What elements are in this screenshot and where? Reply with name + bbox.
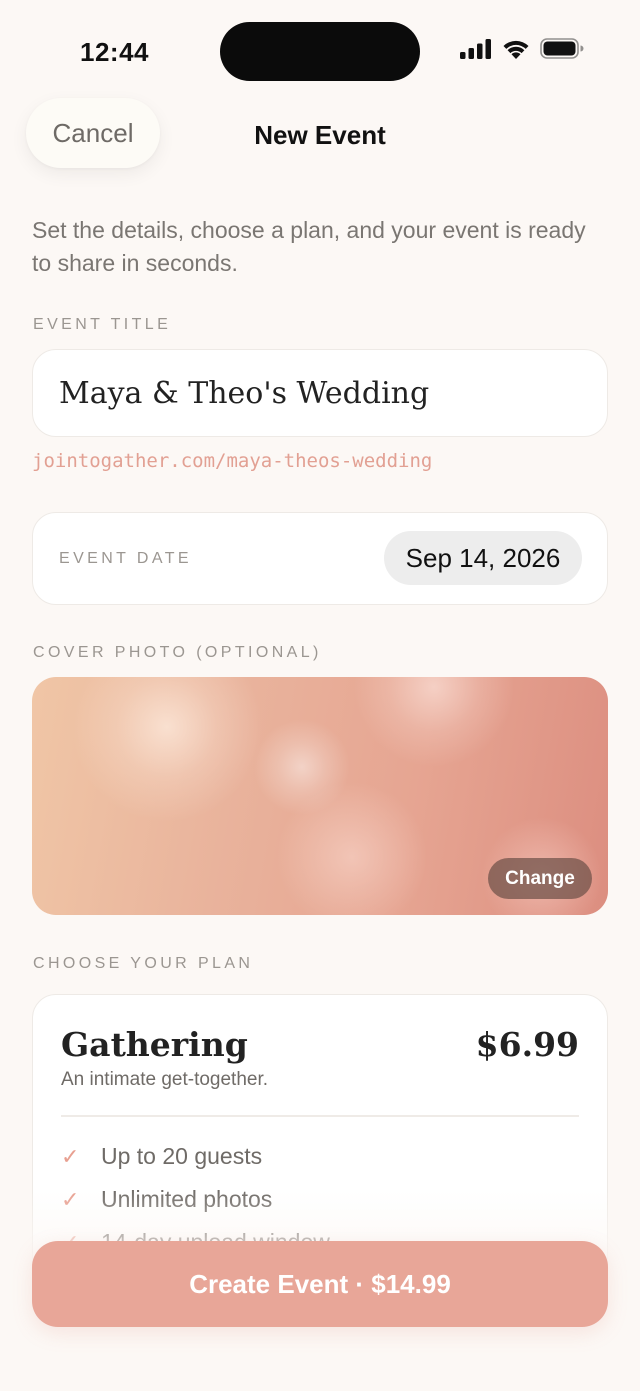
status-icons — [460, 38, 584, 59]
plan-description: An intimate get-together. — [61, 1069, 269, 1090]
list-item: ✓ Up to 20 guests — [61, 1135, 330, 1178]
list-item: ✓ Unlimited photos — [61, 1178, 330, 1221]
event-title-input[interactable]: Maya & Theo's Wedding — [32, 349, 608, 437]
feature-text: Up to 20 guests — [101, 1143, 263, 1169]
status-bar: 12:44 — [0, 0, 640, 100]
check-icon: ✓ — [61, 1143, 80, 1169]
dynamic-island — [220, 22, 420, 81]
plan-price: $6.99 — [475, 1025, 579, 1064]
battery-icon — [540, 38, 584, 59]
create-event-button[interactable]: Create Event · $14.99 — [32, 1241, 608, 1327]
plan-divider — [61, 1115, 579, 1117]
check-icon: ✓ — [61, 1186, 80, 1212]
event-date-picker[interactable]: Sep 14, 2026 — [384, 531, 582, 585]
intro-text: Set the details, choose a plan, and your… — [32, 217, 586, 276]
plan-name: Gathering — [61, 1025, 248, 1064]
event-date-row: EVENT DATE Sep 14, 2026 — [32, 512, 608, 605]
cover-photo-image[interactable]: Change — [32, 677, 608, 915]
event-url-slug: jointogather.com/maya-theos-wedding — [32, 450, 433, 472]
event-title-label: EVENT TITLE — [33, 316, 172, 333]
feature-text: Unlimited photos — [101, 1186, 273, 1212]
status-time: 12:44 — [80, 37, 149, 67]
choose-plan-label: CHOOSE YOUR PLAN — [33, 955, 254, 972]
event-date-label: EVENT DATE — [59, 550, 192, 567]
cellular-signal-icon — [460, 38, 491, 59]
cover-photo-label: COVER PHOTO (OPTIONAL) — [33, 644, 322, 661]
wifi-icon — [503, 40, 529, 59]
change-cover-button[interactable]: Change — [488, 858, 592, 899]
cancel-button[interactable]: Cancel — [26, 98, 160, 168]
nav-bar: Cancel New Event — [0, 98, 640, 170]
